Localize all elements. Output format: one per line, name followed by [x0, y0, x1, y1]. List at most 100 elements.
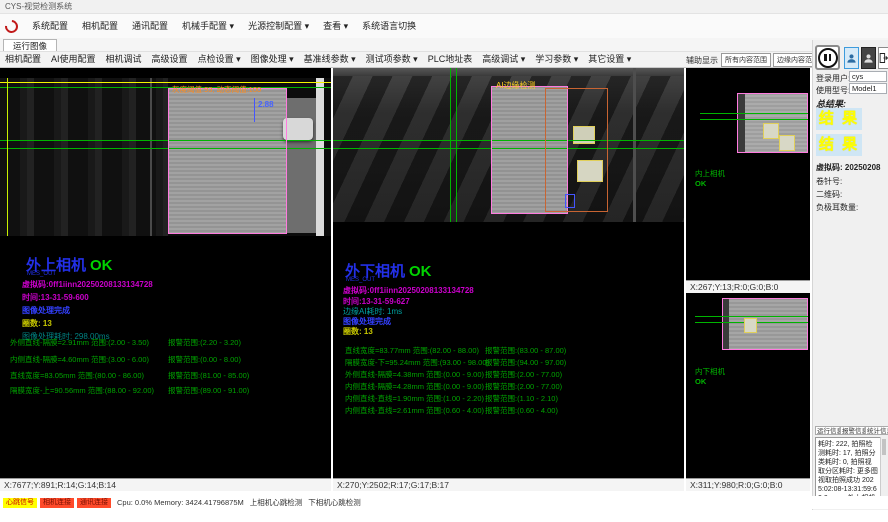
anode-tab-count-label: 负极耳数量:: [816, 202, 858, 213]
right-top-camera-view[interactable]: 内上相机 OK X:267;Y:13;R:0;G:0;B:0: [686, 68, 810, 293]
middle-ok-status: OK: [409, 263, 432, 280]
tab-strip: 运行图像: [0, 38, 888, 51]
tool-camera-debug[interactable]: 相机调试: [101, 52, 147, 67]
admin-user-button[interactable]: [861, 47, 876, 69]
menu-light-control-config[interactable]: 光源控制配置 ▾: [241, 14, 316, 38]
menu-comm-config[interactable]: 通讯配置: [125, 14, 175, 38]
exit-door-icon: [879, 52, 888, 64]
tool-spot-check[interactable]: 点检设置 ▾: [193, 52, 246, 67]
overlay-vertical-line: [7, 78, 8, 236]
user-icon: [846, 53, 857, 64]
menubar: 系统配置 相机配置 通讯配置 机械手配置 ▾ 光源控制配置 ▾ 查看 ▾ 系统语…: [0, 14, 888, 38]
titlebar: CYS-视觉检测系统: [0, 0, 888, 14]
alarm-range: 报警范围:(0.60 - 4.00): [485, 405, 558, 416]
operator-login-button[interactable]: [844, 47, 859, 69]
measure-overlay-value: 2.88: [258, 100, 274, 109]
detect-rectangle: [565, 194, 575, 208]
tool-advanced-settings[interactable]: 高级设置: [147, 52, 193, 67]
alarm-range: 报警范围:(2.00 - 77.00): [485, 381, 562, 392]
left-camera-view[interactable]: 灰度阈值:93, 动态阈值:100 2.88 外上相机OK MES_OUT 虚拟…: [0, 68, 331, 491]
app-window: CYS-视觉检测系统 系统配置 相机配置 通讯配置 机械手配置 ▾ 光源控制配置…: [0, 0, 888, 522]
measurement-row: 隔膜宽度-下=95.24mm 范围:(93.00 - 98.00): [345, 357, 489, 368]
tool-image-processing[interactable]: 图像处理 ▾: [246, 52, 299, 67]
measurement-row: 内侧直线-隔膜=4.28mm 范围:(0.00 - 9.00): [345, 381, 484, 392]
overlay-green-line: [700, 119, 808, 120]
logo-icon: [2, 17, 20, 35]
middle-camera-view[interactable]: AI边缘检测 外下相机OK MES_OUT 虚拟码:0ff1iinn202502…: [333, 68, 684, 491]
tool-ai-config[interactable]: AI使用配置: [46, 52, 101, 67]
alarm-range: 报警范围:(1.10 - 2.10): [485, 393, 558, 404]
measurement-row: 内侧直线-直线=1.90mm 范围:(1.00 - 2.20): [345, 393, 484, 404]
cpu-memory-readout: Cpu: 0.0% Memory: 3424.41796875M: [117, 498, 244, 507]
machine-edge: [633, 68, 636, 222]
side-panel: 登录用户: cys 使用型号: Model1 总结果: 结 果 结 果 虚拟码:…: [812, 40, 888, 510]
info-tab-stats[interactable]: 统计信息: [865, 426, 888, 435]
right-top-coordinate-bar: X:267;Y:13;R:0;G:0;B:0: [686, 280, 810, 293]
left-coordinate-bar: X:7677;Y:891;R:14;G:14;B:14: [0, 478, 331, 491]
right-bottom-ok-status: OK: [695, 377, 706, 386]
left-virtual-code: 虚拟码:0ff1iinn20250208133134728: [22, 279, 153, 290]
camera-link-status-badge: 相机连接: [40, 498, 74, 508]
result-box-lower: 结 果: [816, 134, 862, 156]
left-time: 时间:13-31-59-600: [22, 292, 89, 303]
right-top-camera-name: 内上相机: [695, 168, 725, 179]
alarm-range: 报警范围:(83.00 - 87.00): [485, 345, 566, 356]
overlay-green-line: [695, 316, 808, 317]
alarm-range: 报警范围:(94.00 - 97.00): [485, 357, 566, 368]
aux-tab-all-content[interactable]: 所有内容范围: [721, 53, 771, 67]
tool-camera-config[interactable]: 相机配置: [0, 52, 46, 67]
tool-learning-params[interactable]: 学习参数 ▾: [530, 52, 583, 67]
measurement-row: 内侧直线-隔膜=4.60mm 范围:(3.00 - 6.00): [10, 354, 149, 365]
tool-other-settings[interactable]: 其它设置 ▾: [583, 52, 636, 67]
tool-plc-address[interactable]: PLC地址表: [423, 52, 478, 67]
log-scrollbar[interactable]: [880, 437, 888, 499]
qr-code-label: 二维码:: [816, 189, 842, 200]
menu-system-config[interactable]: 系统配置: [25, 14, 75, 38]
run-log-text[interactable]: 耗时: 222, 拍照检测耗时: 17, 拍照分类耗时: 0, 拍照视取分区耗时…: [815, 437, 887, 499]
left-mes-status: MES_OUT: [27, 271, 56, 277]
upper-camera-heartbeat-text: 上相机心跳检测: [250, 497, 303, 508]
middle-camera-image[interactable]: AI边缘检测: [333, 68, 684, 222]
model-label: 使用型号:: [816, 85, 850, 96]
right-bottom-camera-view[interactable]: 内下相机 OK X:311;Y:980;R:0;G:0;B:0: [686, 293, 810, 491]
toolbar: 相机配置 AI使用配置 相机调试 高级设置 点检设置 ▾ 图像处理 ▾ 基准线参…: [0, 51, 888, 68]
ai-roi-rectangle: [545, 88, 608, 212]
heartbeat-status-badge: 心跳信号: [3, 498, 37, 508]
login-user-label: 登录用户:: [816, 73, 850, 84]
log-scrollbar-thumb[interactable]: [882, 439, 886, 455]
tool-advanced-debug[interactable]: 高级调试 ▾: [477, 52, 530, 67]
virtual-code-line: 虚拟码: 20250208: [816, 162, 880, 173]
pause-button[interactable]: [815, 45, 840, 70]
aux-display-label: 辅助显示: [686, 55, 718, 66]
middle-coordinate-bar: X:270;Y:2502;R:17;G:17;B:17: [333, 478, 684, 491]
overlay-green-line: [700, 113, 808, 114]
exit-button[interactable]: [878, 47, 888, 69]
status-bar: 心跳信号 相机连接 通讯连接 Cpu: 0.0% Memory: 3424.41…: [0, 496, 888, 509]
ai-edge-label: AI边缘检测: [496, 80, 536, 91]
tool-test-params[interactable]: 测试项参数 ▾: [361, 52, 423, 67]
right-bottom-camera-name: 内下相机: [695, 366, 725, 377]
model-field[interactable]: Model1: [849, 83, 887, 94]
middle-virtual-code: 虚拟码:0ff1iinn20250208133134728: [343, 285, 474, 296]
alarm-range: 报警范围:(2.00 - 77.00): [485, 369, 562, 380]
left-camera-image[interactable]: 灰度阈值:93, 动态阈值:100 2.88: [0, 78, 331, 236]
left-ok-status: OK: [90, 257, 113, 274]
threshold-overlay-text: 灰度阈值:93, 动态阈值:100: [172, 84, 261, 95]
measurement-row: 直线宽度=83.77mm 范围:(82.00 - 88.00): [345, 345, 479, 356]
middle-turn-count: 圈数: 13: [343, 326, 373, 337]
tab-detect-box: [779, 135, 795, 151]
result-box-upper: 结 果: [816, 108, 862, 130]
measurement-row: 外侧直线-隔膜=4.38mm 范围:(0.00 - 9.00): [345, 369, 484, 380]
machine-edge: [150, 78, 152, 236]
comm-link-status-badge: 通讯连接: [77, 498, 111, 508]
left-turn-count: 圈数: 13: [22, 318, 52, 329]
pause-icon: [818, 48, 838, 68]
menu-view[interactable]: 查看 ▾: [316, 14, 355, 38]
menu-robot-config[interactable]: 机械手配置 ▾: [175, 14, 241, 38]
menu-language-switch[interactable]: 系统语言切换: [355, 14, 423, 38]
tool-baseline-params[interactable]: 基准线参数 ▾: [299, 52, 361, 67]
menu-camera-config[interactable]: 相机配置: [75, 14, 125, 38]
login-user-field[interactable]: cys: [849, 71, 887, 82]
alarm-range: 报警范围:(81.00 - 85.00): [168, 370, 249, 381]
lower-camera-heartbeat-text: 下相机心跳检测: [308, 497, 361, 508]
